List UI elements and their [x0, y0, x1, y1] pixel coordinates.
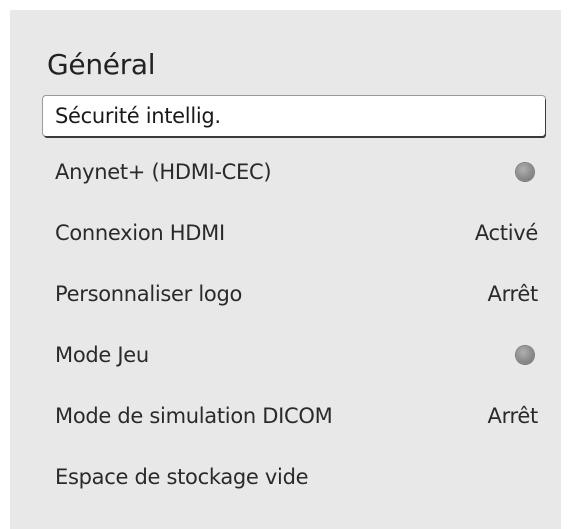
menu-item-label: Mode de simulation DICOM — [55, 403, 333, 428]
menu-item-anynet[interactable]: Anynet+ (HDMI-CEC) — [10, 141, 561, 202]
panel-title: Général — [47, 48, 156, 81]
menu-item-label: Anynet+ (HDMI-CEC) — [55, 159, 272, 184]
menu-item-value: Activé — [474, 220, 538, 245]
menu-item-mode-jeu[interactable]: Mode Jeu — [10, 324, 561, 385]
menu-item-value: Arrêt — [487, 403, 539, 428]
menu-item-label: Mode Jeu — [55, 342, 149, 367]
general-settings-panel: Général Sécurité intellig. Anynet+ (HDMI… — [10, 10, 561, 529]
menu-item-value: Arrêt — [487, 281, 539, 306]
menu-item-label: Espace de stockage vide — [55, 464, 309, 489]
menu-item-label: Personnaliser logo — [55, 281, 243, 306]
menu-item-label: Sécurité intellig. — [55, 104, 221, 128]
menu-item-espace-stockage-vide[interactable]: Espace de stockage vide — [10, 446, 561, 507]
menu-item-connexion-hdmi[interactable]: Connexion HDMI Activé — [10, 202, 561, 263]
menu-item-mode-simulation-dicom[interactable]: Mode de simulation DICOM Arrêt — [10, 385, 561, 446]
menu-item-label: Connexion HDMI — [55, 220, 225, 245]
menu-item-securite-intellig[interactable]: Sécurité intellig. — [43, 96, 545, 136]
menu-item-personnaliser-logo[interactable]: Personnaliser logo Arrêt — [10, 263, 561, 324]
toggle-off-icon[interactable] — [516, 162, 534, 181]
settings-menu: Sécurité intellig. Anynet+ (HDMI-CEC) Co… — [10, 95, 561, 507]
toggle-off-icon[interactable] — [516, 345, 534, 364]
